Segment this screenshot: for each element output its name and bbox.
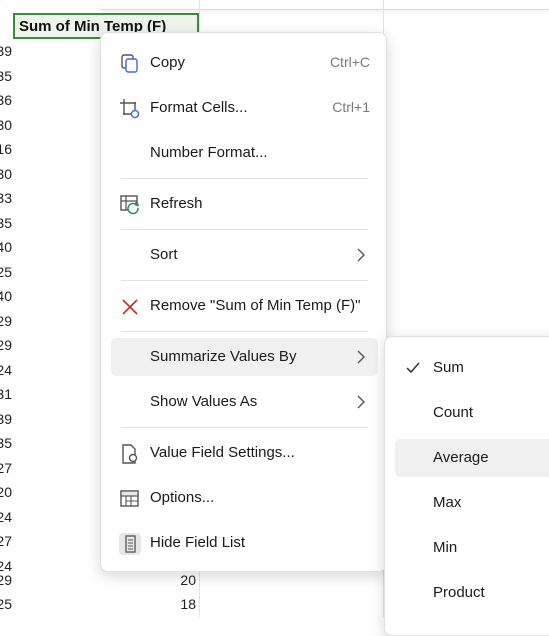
copy-icon — [119, 53, 141, 75]
row-value[interactable]: 40 — [0, 288, 12, 304]
top-panel-edge — [100, 0, 549, 10]
menu-item-number-format[interactable]: Number Format... — [111, 134, 378, 172]
menu-item-show-values-as[interactable]: Show Values As — [111, 383, 378, 421]
row-value[interactable]: 27 — [0, 460, 12, 476]
menu-item-label: Summarize Values By — [150, 348, 297, 365]
menu-item-options[interactable]: Options... — [111, 479, 378, 517]
chevron-right-icon — [354, 247, 368, 263]
menu-item-label: Copy — [150, 54, 186, 71]
cell-value[interactable]: 20 — [150, 572, 196, 588]
menu-separator — [121, 178, 368, 179]
menu-item-label: Sort — [150, 246, 178, 263]
submenu-item-min[interactable]: Min — [395, 529, 549, 567]
row-value[interactable]: 35 — [0, 435, 12, 451]
menu-item-label: Hide Field List — [150, 534, 246, 551]
menu-item-format-cells[interactable]: Format Cells... Ctrl+1 — [111, 89, 378, 127]
row-value[interactable]: 30 — [0, 117, 12, 133]
context-menu: Copy Ctrl+C Format Cells... Ctrl+1 Numbe… — [100, 32, 387, 572]
submenu-item-average[interactable]: Average — [395, 439, 549, 477]
cell-value[interactable]: 18 — [150, 596, 196, 612]
menu-separator — [121, 280, 368, 281]
menu-item-remove-field[interactable]: Remove "Sum of Min Temp (F)" — [111, 287, 378, 325]
pivot-options-icon — [119, 488, 141, 510]
menu-item-hide-field-list[interactable]: Hide Field List — [111, 524, 378, 562]
menu-item-label: Options... — [150, 489, 215, 506]
menu-item-label: Show Values As — [150, 393, 258, 410]
row-value[interactable]: 24 — [0, 362, 12, 378]
summarize-submenu: Sum Count Average Max Min Product — [384, 336, 549, 636]
menu-item-value-field-settings[interactable]: Value Field Settings... — [111, 434, 378, 472]
menu-separator — [121, 427, 368, 428]
menu-separator — [121, 229, 368, 230]
menu-item-label: Number Format... — [150, 144, 268, 161]
row-value[interactable]: 35 — [0, 215, 12, 231]
row-value[interactable]: 24 — [0, 509, 12, 525]
row-value[interactable]: 29 — [0, 313, 12, 329]
shortcut-text: Ctrl+C — [329, 54, 370, 70]
row-value[interactable]: 36 — [0, 92, 12, 108]
menu-item-copy[interactable]: Copy Ctrl+C — [111, 44, 378, 82]
menu-item-label: Value Field Settings... — [150, 444, 295, 461]
menu-item-sort[interactable]: Sort — [111, 236, 378, 274]
row-value[interactable]: 40 — [0, 239, 12, 255]
checkmark-icon — [405, 360, 421, 376]
menu-item-summarize-values-by[interactable]: Summarize Values By — [111, 338, 378, 376]
row-value[interactable]: 20 — [0, 484, 12, 500]
submenu-item-product[interactable]: Product — [395, 574, 549, 612]
row-value[interactable]: 31 — [0, 386, 12, 402]
menu-item-refresh[interactable]: Refresh — [111, 185, 378, 223]
remove-x-icon — [119, 296, 141, 318]
submenu-item-label: Count — [433, 404, 474, 421]
chevron-right-icon — [354, 394, 368, 410]
submenu-item-label: Average — [433, 449, 489, 466]
menu-item-label: Remove "Sum of Min Temp (F)" — [150, 297, 361, 314]
format-cells-icon — [119, 98, 141, 120]
row-value[interactable]: 16 — [0, 141, 12, 157]
menu-item-label: Format Cells... — [150, 99, 248, 116]
submenu-item-label: Max — [433, 494, 462, 511]
row-value[interactable]: 30 — [0, 166, 12, 182]
row-value[interactable]: 27 — [0, 533, 12, 549]
row-value[interactable]: 33 — [0, 190, 12, 206]
submenu-item-sum[interactable]: Sum — [395, 349, 549, 387]
submenu-item-max[interactable]: Max — [395, 484, 549, 522]
row-value[interactable]: 29 — [0, 337, 12, 353]
field-list-icon — [119, 533, 141, 555]
menu-separator — [121, 331, 368, 332]
submenu-item-label: Sum — [433, 359, 464, 376]
row-value[interactable]: 25 — [0, 264, 12, 280]
row-value[interactable]: 25 — [0, 596, 12, 612]
submenu-item-count[interactable]: Count — [395, 394, 549, 432]
row-value[interactable]: 39 — [0, 411, 12, 427]
shortcut-text: Ctrl+1 — [332, 99, 370, 115]
chevron-right-icon — [354, 349, 368, 365]
refresh-icon — [119, 194, 141, 216]
submenu-item-label: Product — [433, 584, 485, 601]
row-value[interactable]: 35 — [0, 68, 12, 84]
menu-item-label: Refresh — [150, 195, 203, 212]
row-value[interactable]: 29 — [0, 572, 12, 588]
submenu-item-label: Min — [433, 539, 458, 556]
settings-page-icon — [119, 443, 141, 465]
row-value[interactable]: 39 — [0, 43, 12, 59]
